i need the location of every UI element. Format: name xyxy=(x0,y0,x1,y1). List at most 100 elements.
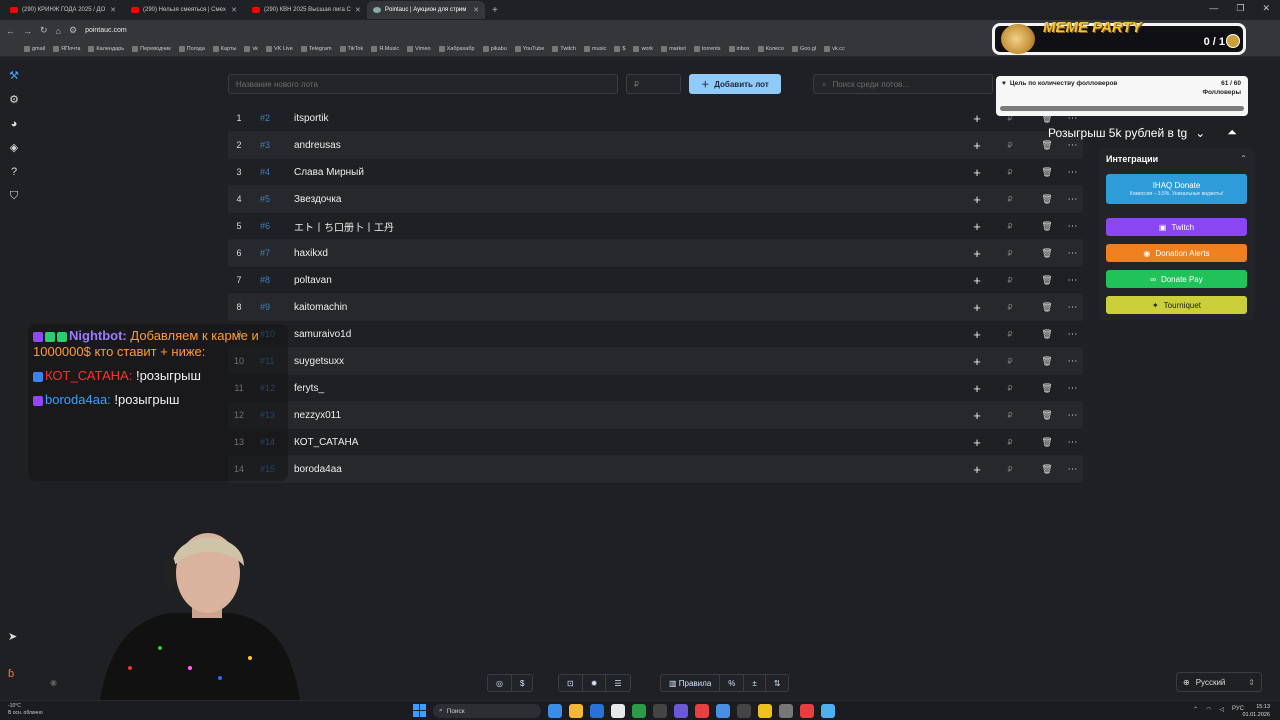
trash-icon[interactable]: 🗑 xyxy=(1033,167,1061,178)
lot-name[interactable]: itsportik xyxy=(294,113,967,124)
taskbar-app-icon[interactable] xyxy=(695,704,709,718)
add-amount-icon[interactable]: + xyxy=(967,354,987,369)
bookmark-item[interactable]: YouTube xyxy=(514,45,544,52)
bookmark-item[interactable]: Погода xyxy=(178,45,205,52)
add-amount-icon[interactable]: + xyxy=(967,462,987,477)
lot-search-input[interactable]: ⌕ Поиск среди лотов... xyxy=(813,74,993,94)
add-amount-icon[interactable]: + xyxy=(967,435,987,450)
donation-alerts-button[interactable]: ◉ Donation Alerts xyxy=(1106,244,1247,262)
wifi-icon[interactable]: ◠ xyxy=(1206,706,1211,713)
add-amount-icon[interactable]: + xyxy=(967,300,987,315)
browser-tab[interactable]: (290) КВН 2025 Высшая лига С ✕ xyxy=(246,1,364,19)
taskbar-clock[interactable]: 15:13 01.01.2026 xyxy=(1242,703,1270,719)
reload-icon[interactable]: ↻ xyxy=(40,25,48,36)
taskbar-app-icon[interactable] xyxy=(779,704,793,718)
taskbar-app-icon[interactable] xyxy=(632,704,646,718)
close-tab-icon[interactable]: ✕ xyxy=(355,6,361,14)
trash-icon[interactable]: 🗑 xyxy=(1033,356,1061,367)
more-options-icon[interactable]: ⋯ xyxy=(1061,410,1083,421)
lot-amount[interactable]: ₽ xyxy=(987,303,1033,312)
add-amount-icon[interactable]: + xyxy=(967,165,987,180)
taskbar-app-icon[interactable] xyxy=(590,704,604,718)
bookmark-item[interactable]: Telegram xyxy=(300,45,332,52)
trash-icon[interactable]: 🗑 xyxy=(1033,464,1061,475)
visibility-icon[interactable]: ◉ xyxy=(50,678,57,687)
back-icon[interactable]: ← xyxy=(6,26,15,36)
bookmark-item[interactable]: Twitch xyxy=(552,45,576,52)
lot-name[interactable]: エト丨ち口册卜丨工丹 xyxy=(294,219,967,234)
add-lot-button[interactable]: ＋ Добавить лот xyxy=(689,74,781,94)
bookmark-item[interactable]: Goo.gl xyxy=(791,45,816,52)
settings-gear-icon[interactable]: ⚙ xyxy=(8,94,20,106)
trash-icon[interactable]: 🗑 xyxy=(1033,275,1061,286)
help-icon[interactable]: ? xyxy=(8,166,20,178)
bookmark-item[interactable]: pikabu xyxy=(482,45,507,52)
lot-amount[interactable]: ₽ xyxy=(987,249,1033,258)
new-tab-button[interactable]: + xyxy=(488,5,502,16)
github-icon[interactable]: ◎ xyxy=(488,675,512,691)
taskbar-app-icon[interactable] xyxy=(821,704,835,718)
bookmark-item[interactable]: work xyxy=(633,45,653,52)
collapse-icon[interactable]: ⏶ xyxy=(1227,125,1237,140)
bookmark-item[interactable]: vk xyxy=(244,45,258,52)
lot-name[interactable]: Слава Мирный xyxy=(294,167,967,178)
taskbar-app-icon[interactable] xyxy=(611,704,625,718)
url-field[interactable]: pointauc.com xyxy=(85,27,127,34)
lot-name[interactable]: КОТ_САТАНА xyxy=(294,437,967,448)
trash-icon[interactable]: 🗑 xyxy=(1033,302,1061,313)
more-options-icon[interactable]: ⋯ xyxy=(1061,437,1083,448)
bookmark-item[interactable]: VK Live xyxy=(265,45,293,52)
add-amount-icon[interactable]: + xyxy=(967,273,987,288)
tourniquet-button[interactable]: ✦ Tourniquet xyxy=(1106,296,1247,314)
bookmark-item[interactable]: Переводчик xyxy=(132,45,171,52)
weather-widget[interactable]: -10°C В осн. облачно xyxy=(8,703,43,717)
lot-name[interactable]: boroda4aa xyxy=(294,464,967,475)
browser-tab[interactable]: (290) Нельзя смеяться | Смех ✕ xyxy=(125,1,243,19)
add-amount-icon[interactable]: + xyxy=(967,246,987,261)
split-icon[interactable]: ± xyxy=(744,675,766,691)
lot-name[interactable]: samuraivo1d xyxy=(294,329,967,340)
windows-start-icon[interactable] xyxy=(413,704,426,717)
bookmark-item[interactable]: vk.cc xyxy=(824,45,845,52)
bookmark-item[interactable]: market xyxy=(661,45,686,52)
new-lot-input[interactable]: Название нового лота xyxy=(228,74,618,94)
layers-icon[interactable]: ◈ xyxy=(8,142,20,154)
add-amount-icon[interactable]: + xyxy=(967,111,987,126)
more-options-icon[interactable]: ⋯ xyxy=(1061,464,1083,475)
more-options-icon[interactable]: ⋯ xyxy=(1061,275,1083,286)
language-select[interactable]: ⊕ Русский ⇕ xyxy=(1176,672,1262,692)
more-options-icon[interactable]: ⋯ xyxy=(1061,167,1083,178)
taskbar-search[interactable]: ⌕ Поиск xyxy=(433,704,541,718)
add-amount-icon[interactable]: + xyxy=(967,408,987,423)
donate-pay-button[interactable]: ∞ Donate Pay xyxy=(1106,270,1247,288)
trash-icon[interactable]: 🗑 xyxy=(1033,140,1061,151)
more-options-icon[interactable]: ⋯ xyxy=(1061,302,1083,313)
taskbar-app-icon[interactable] xyxy=(674,704,688,718)
ihaq-donate-button[interactable]: IHAQ Donate Комиссия – 3,5%. Уникальные в… xyxy=(1106,174,1247,204)
donate-icon[interactable]: $ xyxy=(512,675,532,691)
bookmark-item[interactable]: inbox xyxy=(728,45,750,52)
lot-name[interactable]: haxikxd xyxy=(294,248,967,259)
add-amount-icon[interactable]: + xyxy=(967,381,987,396)
close-tab-icon[interactable]: ✕ xyxy=(473,6,479,14)
minimize-icon[interactable]: — xyxy=(1209,3,1218,14)
twitch-button[interactable]: ▣ Twitch xyxy=(1106,218,1247,236)
lot-amount[interactable]: ₽ xyxy=(987,222,1033,231)
browser-tab-active[interactable]: Pointauc | Аукцион для стрим ✕ xyxy=(367,1,485,19)
bookmark-item[interactable]: Vimeo xyxy=(407,45,431,52)
wheel-icon[interactable]: ◕ xyxy=(8,118,20,130)
bookmark-item[interactable]: gmail xyxy=(24,45,45,52)
lot-name[interactable]: Звездочка xyxy=(294,194,967,205)
lot-amount[interactable]: ₽ xyxy=(987,330,1033,339)
more-options-icon[interactable]: ⋯ xyxy=(1061,329,1083,340)
bug-icon[interactable]: ✹ xyxy=(583,675,607,691)
trash-icon[interactable]: 🗑 xyxy=(1033,383,1061,394)
trash-icon[interactable]: 🗑 xyxy=(1033,329,1061,340)
boosty-icon[interactable]: ɓ xyxy=(8,668,14,680)
rules-button[interactable]: ▥ Правила xyxy=(661,675,721,691)
browser-tab[interactable]: (290) КРИНЖ ГОДА 2025 / ДО ✕ xyxy=(4,1,122,19)
more-options-icon[interactable]: ⋯ xyxy=(1061,221,1083,232)
slots-icon[interactable]: ☰ xyxy=(606,675,629,691)
home-icon[interactable]: ⌂ xyxy=(56,26,61,36)
bookmark-item[interactable]: music xyxy=(584,45,606,52)
